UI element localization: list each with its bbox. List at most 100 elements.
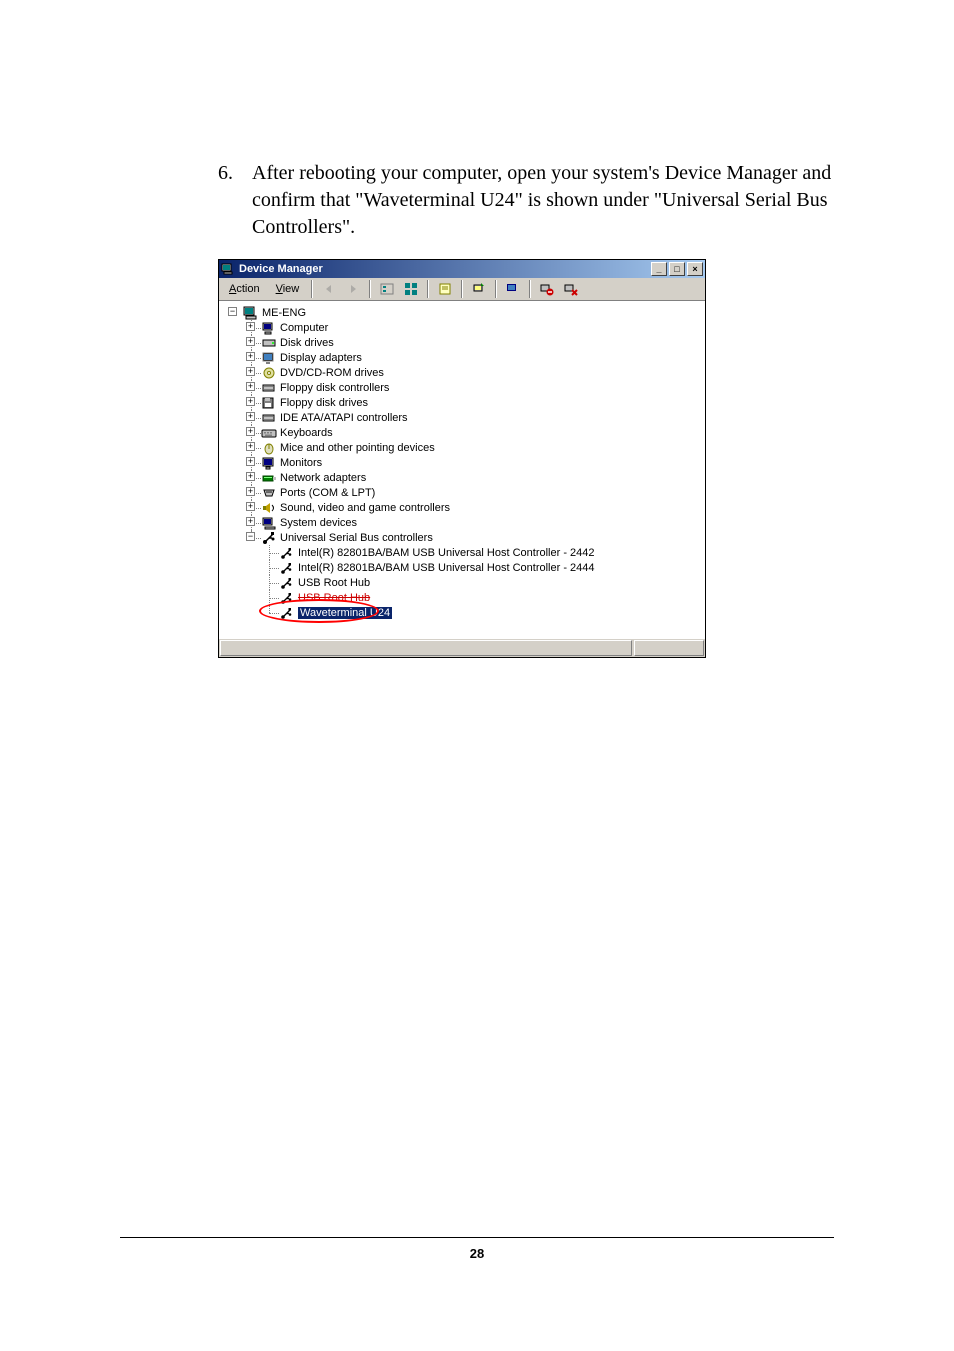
maximize-button[interactable]: □ (669, 262, 685, 276)
device-tree[interactable]: −ME-ENG+Computer+Disk drives+Display ada… (219, 301, 705, 638)
instruction-number: 6. (218, 160, 252, 241)
tree-category[interactable]: +Monitors (225, 455, 703, 470)
tree-toggle[interactable]: + (246, 382, 255, 391)
menubar: Action View (219, 278, 705, 301)
tree-toggle[interactable]: + (246, 397, 255, 406)
tree-node-label: Floppy disk drives (280, 397, 368, 409)
usbdev-icon (279, 546, 295, 560)
monitor-icon (261, 456, 277, 470)
tree-toggle[interactable]: + (246, 442, 255, 451)
usbdev-icon (279, 591, 295, 605)
toolbar-separator (427, 280, 429, 298)
rootcomputer-icon (243, 306, 259, 320)
system-icon (261, 516, 277, 530)
menu-action[interactable]: Action (223, 281, 266, 297)
tree-category[interactable]: +Computer (225, 320, 703, 335)
tree-category[interactable]: + DVD/CD-ROM drives (225, 365, 703, 380)
tree-node-label: USB Root Hub (298, 592, 370, 604)
usbdev-icon (279, 606, 295, 620)
tree-toggle[interactable]: + (246, 337, 255, 346)
tree-node-label: DVD/CD-ROM drives (280, 367, 384, 379)
tree-category[interactable]: +Floppy disk controllers (225, 380, 703, 395)
usbdev-icon (279, 576, 295, 590)
tree-usb-device[interactable]: Intel(R) 82801BA/BAM USB Universal Host … (225, 545, 703, 560)
toolbar-separator (495, 280, 497, 298)
toolbar-icon[interactable] (377, 279, 397, 299)
window-titlebar: Device Manager _ □ × (219, 260, 705, 278)
tree-node-label: Mice and other pointing devices (280, 442, 435, 454)
keyboard-icon (261, 426, 277, 440)
tree-node-label: Disk drives (280, 337, 334, 349)
tree-node-label: Network adapters (280, 472, 366, 484)
instruction-text: After rebooting your computer, open your… (252, 160, 834, 241)
floppy-icon (261, 396, 277, 410)
toolbar-view-icon[interactable] (401, 279, 421, 299)
tree-node-label: Intel(R) 82801BA/BAM USB Universal Host … (298, 562, 595, 574)
tree-toggle[interactable]: + (246, 502, 255, 511)
page-footer: 28 (120, 1237, 834, 1261)
disk-icon (261, 336, 277, 350)
tree-category[interactable]: + Display adapters (225, 350, 703, 365)
tree-category[interactable]: + System devices (225, 515, 703, 530)
tree-usb-device[interactable]: USB Root Hub (225, 590, 703, 605)
tree-node-label: ME-ENG (262, 307, 306, 319)
disable-icon[interactable] (561, 279, 581, 299)
uninstall-icon[interactable] (537, 279, 557, 299)
status-resize-grip (634, 640, 704, 656)
tree-category[interactable]: + Floppy disk drives (225, 395, 703, 410)
tree-toggle[interactable]: − (246, 532, 255, 541)
status-main (220, 640, 632, 656)
menu-view[interactable]: View (270, 281, 306, 297)
tree-usb-device[interactable]: Intel(R) 82801BA/BAM USB Universal Host … (225, 560, 703, 575)
refresh-icon[interactable] (469, 279, 489, 299)
scan-icon[interactable] (503, 279, 523, 299)
page-number: 28 (470, 1246, 484, 1261)
tree-toggle[interactable]: + (246, 322, 255, 331)
tree-category[interactable]: + Mice and other pointing devices (225, 440, 703, 455)
tree-toggle[interactable]: + (246, 457, 255, 466)
tree-toggle[interactable]: + (246, 517, 255, 526)
usbdev-icon (279, 561, 295, 575)
window-title: Device Manager (239, 263, 649, 275)
tree-toggle[interactable]: + (246, 472, 255, 481)
tree-node-label: USB Root Hub (298, 577, 370, 589)
tree-node-label: System devices (280, 517, 357, 529)
toolbar-separator (369, 280, 371, 298)
toolbar-separator (461, 280, 463, 298)
port-icon (261, 486, 277, 500)
toolbar-separator (529, 280, 531, 298)
tree-category[interactable]: + Network adapters (225, 470, 703, 485)
nav-back-icon[interactable] (319, 279, 339, 299)
device-manager-window: Device Manager _ □ × Action View (218, 259, 706, 658)
minimize-button[interactable]: _ (651, 262, 667, 276)
display-icon (261, 351, 277, 365)
tree-category[interactable]: +Keyboards (225, 425, 703, 440)
controller-icon (261, 381, 277, 395)
close-button[interactable]: × (687, 262, 703, 276)
tree-toggle[interactable]: + (246, 352, 255, 361)
tree-node-label: Waveterminal U24 (298, 607, 392, 619)
tree-category[interactable]: − Universal Serial Bus controllers (225, 530, 703, 545)
tree-category[interactable]: + Sound, video and game controllers (225, 500, 703, 515)
tree-node-label: Display adapters (280, 352, 362, 364)
properties-icon[interactable] (435, 279, 455, 299)
mouse-icon (261, 441, 277, 455)
sound-icon (261, 501, 277, 515)
tree-category[interactable]: +IDE ATA/ATAPI controllers (225, 410, 703, 425)
tree-toggle[interactable]: + (246, 367, 255, 376)
tree-toggle[interactable]: + (246, 427, 255, 436)
tree-usb-device[interactable]: USB Root Hub (225, 575, 703, 590)
tree-category[interactable]: + Ports (COM & LPT) (225, 485, 703, 500)
nav-forward-icon[interactable] (343, 279, 363, 299)
tree-toggle[interactable]: + (246, 487, 255, 496)
tree-toggle[interactable]: − (228, 307, 237, 316)
tree-node-label: Universal Serial Bus controllers (280, 532, 433, 544)
toolbar-separator (311, 280, 313, 298)
tree-node-label: Sound, video and game controllers (280, 502, 450, 514)
tree-toggle[interactable]: + (246, 412, 255, 421)
tree-usb-device[interactable]: Waveterminal U24 (225, 605, 703, 620)
tree-node-label: Ports (COM & LPT) (280, 487, 375, 499)
tree-category[interactable]: + Disk drives (225, 335, 703, 350)
tree-root-node[interactable]: − ME-ENG (225, 305, 703, 320)
usb-icon (261, 531, 277, 545)
